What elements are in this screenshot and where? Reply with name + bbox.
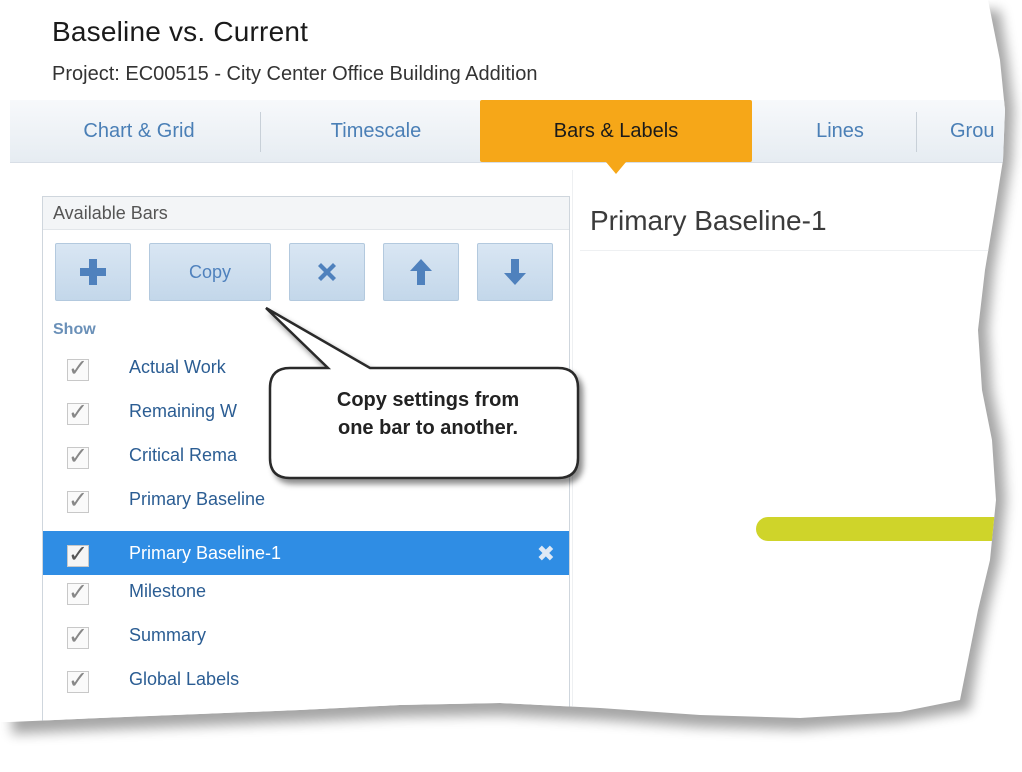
bar-row[interactable]: ✓ Primary Baseline xyxy=(43,477,569,521)
tab-divider xyxy=(260,112,261,152)
tab-bars-labels[interactable]: Bars & Labels xyxy=(480,100,752,174)
copy-callout: Copy settings from one bar to another. xyxy=(265,306,584,480)
tab-lines[interactable]: Lines xyxy=(770,100,910,162)
callout-line-2: one bar to another. xyxy=(337,417,519,439)
callout-line-1: Copy settings from xyxy=(336,389,520,411)
project-subtitle: Project: EC00515 - City Center Office Bu… xyxy=(52,63,538,85)
bar-settings-title: Primary Baseline-1 xyxy=(590,205,827,236)
bar-label: Milestone xyxy=(129,581,207,601)
tab-bar: Chart & Grid Timescale Bars & Labels Lin… xyxy=(10,100,1005,174)
show-column-label: Show xyxy=(53,321,96,338)
show-checkbox[interactable]: ✓ xyxy=(67,669,89,693)
x-icon xyxy=(318,263,336,281)
bar-label: Primary Baseline xyxy=(129,489,266,509)
copy-button-label: Copy xyxy=(188,261,232,282)
tab-divider xyxy=(916,112,917,152)
arrow-down-icon xyxy=(504,259,526,285)
copy-bar-button[interactable]: Copy xyxy=(149,243,271,301)
bar-row[interactable]: ✓ Summary xyxy=(43,613,569,657)
arrow-up-icon xyxy=(410,259,432,285)
tab-chart-grid[interactable]: Chart & Grid xyxy=(40,100,238,162)
callout-text: Copy settings from one bar to another. xyxy=(272,386,584,442)
add-bar-button[interactable] xyxy=(55,243,131,301)
show-checkbox[interactable]: ✓ xyxy=(67,445,89,469)
bar-preview xyxy=(756,517,1005,541)
title-rule xyxy=(580,250,1005,251)
screenshot-content: Baseline vs. Current Project: EC00515 - … xyxy=(0,0,1005,722)
show-checkbox[interactable]: ✓ xyxy=(67,357,89,381)
bar-label: Remaining W xyxy=(129,401,238,421)
bar-row[interactable]: ✓ Milestone xyxy=(43,569,569,613)
panel-header: Available Bars xyxy=(43,197,569,230)
bar-row[interactable]: ✓ Global Labels xyxy=(43,657,569,701)
show-checkbox[interactable]: ✓ xyxy=(67,543,89,567)
page-title: Baseline vs. Current xyxy=(52,16,309,47)
show-checkbox[interactable]: ✓ xyxy=(67,489,89,513)
bar-label: Summary xyxy=(129,625,207,645)
bar-label: Critical Rema xyxy=(129,445,238,465)
tab-timescale[interactable]: Timescale xyxy=(272,100,480,162)
bar-label: Actual Work xyxy=(129,357,226,377)
show-checkbox[interactable]: ✓ xyxy=(67,625,89,649)
remove-bar-icon[interactable]: ✖ xyxy=(537,541,555,567)
plus-icon xyxy=(80,259,106,285)
show-checkbox[interactable]: ✓ xyxy=(67,401,89,425)
bar-label: Global Labels xyxy=(129,669,240,689)
show-checkbox[interactable]: ✓ xyxy=(67,581,89,605)
